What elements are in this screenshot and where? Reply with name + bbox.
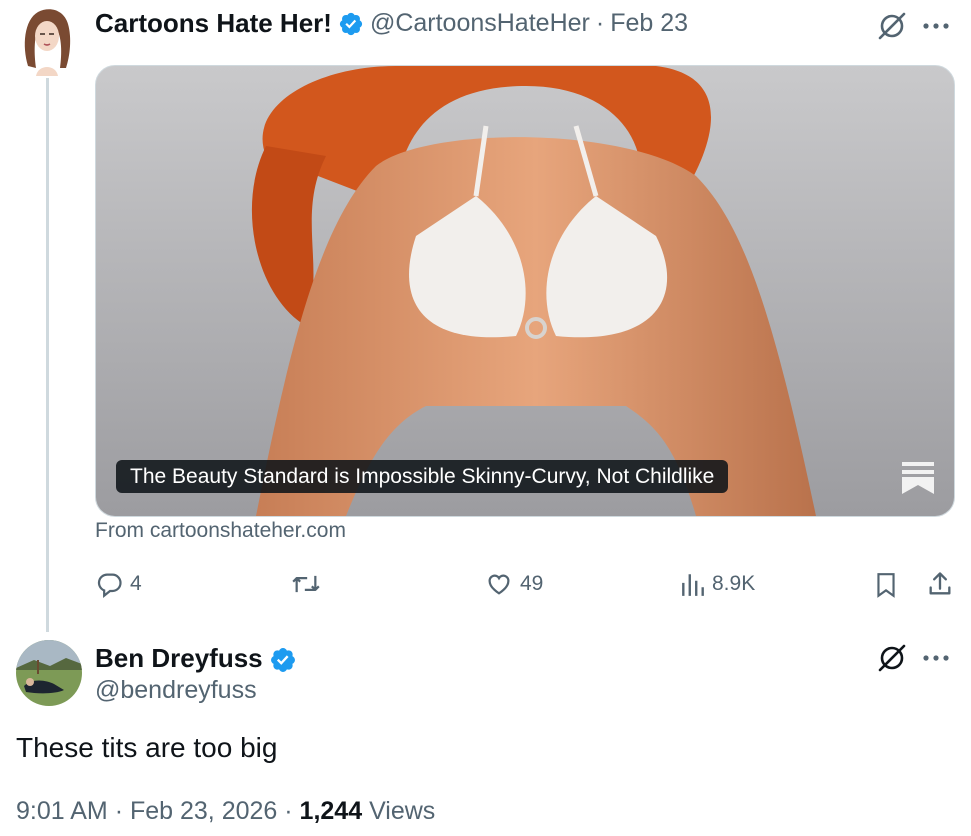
more-icon[interactable]: [922, 648, 950, 673]
retweet-icon: [292, 575, 320, 593]
dot-separator: ·: [114, 797, 124, 825]
like-count: 49: [520, 572, 544, 595]
avatar-cartoonshateher[interactable]: [16, 6, 78, 76]
link-card-title[interactable]: The Beauty Standard is Impossible Skinny…: [116, 460, 729, 493]
dot-separator: ·: [595, 9, 605, 37]
like-icon: [488, 574, 510, 595]
more-icon[interactable]: [922, 16, 950, 41]
verified-badge-icon: [269, 646, 295, 672]
reply-date[interactable]: Feb 23, 2026: [130, 797, 277, 825]
bookmark-button[interactable]: [873, 571, 899, 604]
share-icon: [929, 572, 951, 595]
reply-views-count: 1,244: [299, 797, 363, 825]
reply-count: 4: [130, 572, 142, 595]
author-handle[interactable]: @CartoonsHateHer: [370, 9, 590, 38]
views-count: 8.9K: [712, 572, 756, 595]
reply-author-name[interactable]: Ben Dreyfuss: [95, 643, 263, 674]
reply-time[interactable]: 9:01 AM: [16, 797, 108, 825]
verified-badge-icon: [338, 11, 364, 37]
article-icon: [901, 461, 935, 500]
reply-views-label: Views: [369, 797, 436, 825]
reply-author-handle[interactable]: @bendreyfuss: [95, 676, 257, 705]
card-illustration: [96, 66, 954, 516]
thread-connector-line: [46, 78, 49, 632]
like-button[interactable]: 49: [484, 570, 543, 598]
avatar-bendreyfuss[interactable]: [16, 640, 82, 706]
views-icon: [682, 574, 704, 596]
reply-meta: 9:01 AM · Feb 23, 2026 · 1,244 Views: [16, 797, 435, 826]
reply-button[interactable]: 4: [96, 570, 142, 598]
author-name[interactable]: Cartoons Hate Her!: [95, 8, 332, 39]
bookmark-icon: [877, 573, 895, 598]
grok-icon[interactable]: [876, 10, 908, 47]
tweet-header: Cartoons Hate Her! @CartoonsHateHer · Fe…: [95, 8, 688, 39]
views-button[interactable]: 8.9K: [680, 570, 755, 598]
tweet-date[interactable]: Feb 23: [610, 9, 688, 38]
reply-text: These tits are too big: [16, 732, 278, 763]
reply-author-row: Ben Dreyfuss: [95, 643, 295, 674]
share-button[interactable]: [926, 570, 954, 603]
link-card-image[interactable]: [95, 65, 955, 517]
retweet-button[interactable]: [290, 570, 322, 598]
dot-separator: ·: [284, 797, 293, 825]
reply-icon: [97, 573, 122, 598]
grok-icon[interactable]: [876, 642, 908, 679]
card-source-link[interactable]: From cartoonshateher.com: [95, 519, 346, 543]
